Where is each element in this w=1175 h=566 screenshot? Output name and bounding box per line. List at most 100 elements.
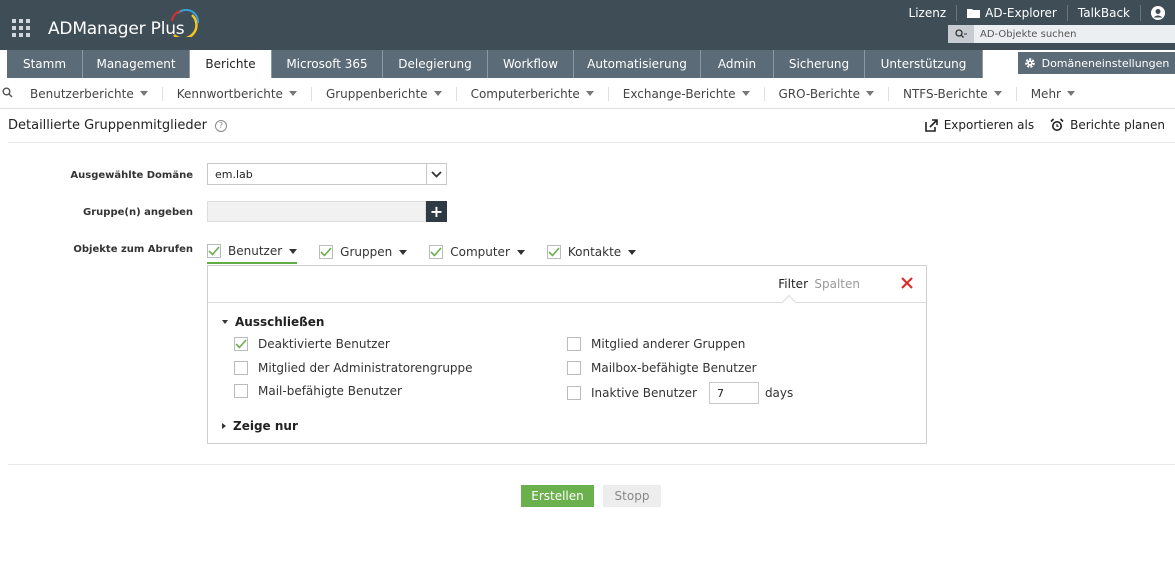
caret-down-icon [993,91,1002,96]
subnav-kennwortberichte[interactable]: Kennwortberichte [163,86,312,101]
checkbox-benutzer[interactable] [207,244,221,258]
caret-down-icon [289,248,298,254]
caret-down-icon [741,91,750,96]
checkbox-other-group-members[interactable] [567,337,581,351]
checkbox-mail-enabled-users[interactable] [234,384,248,398]
talkback-link[interactable]: TalkBack [1068,5,1141,21]
stop-button[interactable]: Stopp [603,485,661,507]
option-admin-group-members[interactable]: Mitglied der Administratorengruppe [234,361,473,375]
chevron-down-icon[interactable] [426,164,446,184]
checkbox-mailbox-enabled-users[interactable] [567,361,581,375]
object-kontakte[interactable]: Kontakte [546,240,637,264]
gear-icon [1024,58,1035,68]
caret-down-icon [1066,91,1075,96]
tab-unterstuetzung[interactable]: Unterstützung [865,50,983,78]
option-mail-enabled-users[interactable]: Mail-befähigte Benutzer [234,384,402,398]
object-benutzer[interactable]: Benutzer [207,240,298,264]
group-input[interactable] [207,201,426,222]
tab-stamm[interactable]: Stamm [7,50,83,78]
ad-explorer-link[interactable]: AD-Explorer [957,5,1068,21]
tab-microsoft-365[interactable]: Microsoft 365 [272,50,383,78]
option-other-group-members[interactable]: Mitglied anderer Gruppen [567,337,745,351]
checkbox-computer[interactable] [429,245,444,259]
option-mailbox-enabled-users[interactable]: Mailbox-befähigte Benutzer [567,361,757,375]
filter-panel-header: Filter Spalten [208,266,926,310]
days-unit: days [764,386,794,400]
subnav-exchange-berichte[interactable]: Exchange-Berichte [609,86,765,101]
checkbox-deactivated-users[interactable] [234,337,248,351]
caret-down-icon [628,249,637,255]
subnav-gro-berichte[interactable]: GRO-Berichte [765,86,889,101]
domain-label: Ausgewählte Domäne [70,170,193,181]
alarm-clock-icon [1050,118,1064,131]
page-actions: Exportieren als Berichte planen [924,118,1165,132]
tab-pointer [781,294,797,310]
main-nav: Stamm Management Berichte Microsoft 365 … [0,50,1175,78]
top-bar: ADManager Plus Lizenz AD-Explorer TalkBa… [0,0,1175,50]
domain-select-value: em.lab [215,167,253,181]
group-label: Gruppe(n) angeben [83,207,193,218]
divider [8,464,1175,465]
search-icon[interactable] [0,87,16,101]
checkbox-inactive-users[interactable] [567,386,581,400]
subnav-mehr[interactable]: Mehr [1017,87,1089,101]
logo-arc-icon [171,9,200,37]
tab-berichte[interactable]: Berichte [190,50,272,78]
tab-workflow[interactable]: Workflow [488,50,574,78]
tab-sicherung[interactable]: Sicherung [774,50,865,78]
show-only-section-toggle[interactable]: Zeige nur [222,419,298,433]
license-link[interactable]: Lizenz [899,5,958,21]
help-icon[interactable]: ? [214,119,227,132]
caret-down-icon [866,91,874,96]
caret-down-icon [139,91,148,96]
subnav-ntfs-berichte[interactable]: NTFS-Berichte [889,86,1017,101]
filter-panel: Filter Spalten Ausschließen Deaktivierte… [207,265,927,444]
search-input[interactable]: AD-Objekte suchen [974,29,1077,40]
tab-delegierung[interactable]: Delegierung [383,50,488,78]
tab-filter[interactable]: Filter [778,277,808,291]
inactive-days-input[interactable]: 7 [708,382,759,404]
domain-settings-button[interactable]: Domäneneinstellungen [1018,52,1175,74]
close-icon[interactable] [900,275,914,294]
folder-icon [967,9,981,18]
caret-down-icon [516,249,525,255]
schedule-reports-button[interactable]: Berichte planen [1050,118,1165,132]
user-menu[interactable] [1141,6,1175,20]
object-gruppen[interactable]: Gruppen [319,240,408,264]
plus-icon: + [429,202,444,221]
tab-admin[interactable]: Admin [701,50,774,78]
triangle-down-icon [222,320,228,324]
tab-automatisierung[interactable]: Automatisierung [574,50,701,78]
checkbox-admin-group-members[interactable] [234,361,248,375]
page-title-text: Detaillierte Gruppenmitglieder [8,118,207,133]
divider [8,142,1175,143]
report-subnav: Benutzerberichte Kennwortberichte Gruppe… [0,79,1175,109]
tab-management[interactable]: Management [83,50,190,78]
caret-down-icon [433,91,442,96]
search-icon[interactable] [948,25,974,43]
objects-label: Objekte zum Abrufen [73,244,193,255]
app-logo: ADManager Plus [48,19,185,39]
object-computer[interactable]: Computer [429,240,525,264]
domain-select[interactable]: em.lab [207,163,447,185]
export-button[interactable]: Exportieren als [924,118,1034,132]
subnav-computerberichte[interactable]: Computerberichte [457,86,609,101]
user-icon [1151,6,1165,20]
checkbox-gruppen[interactable] [319,245,334,259]
exclude-section-toggle[interactable]: Ausschließen [222,315,324,329]
caret-down-icon [288,91,297,96]
caret-down-icon [585,91,594,96]
triangle-right-icon [222,423,226,429]
page-title: Detaillierte Gruppenmitglieder ? [8,118,227,133]
checkbox-kontakte[interactable] [546,245,561,259]
create-button[interactable]: Erstellen [521,485,594,507]
ad-object-search[interactable]: AD-Objekte suchen [948,25,1175,43]
option-deactivated-users[interactable]: Deaktivierte Benutzer [234,337,390,351]
app-grid-icon[interactable] [12,19,32,39]
subnav-gruppenberichte[interactable]: Gruppenberichte [312,86,457,101]
subnav-benutzerberichte[interactable]: Benutzerberichte [16,86,163,101]
tab-spalten[interactable]: Spalten [814,277,860,291]
top-links: Lizenz AD-Explorer TalkBack [899,4,1175,22]
option-inactive-users[interactable]: Inaktive Benutzer 7 days [567,382,793,404]
add-group-button[interactable]: + [426,201,447,222]
